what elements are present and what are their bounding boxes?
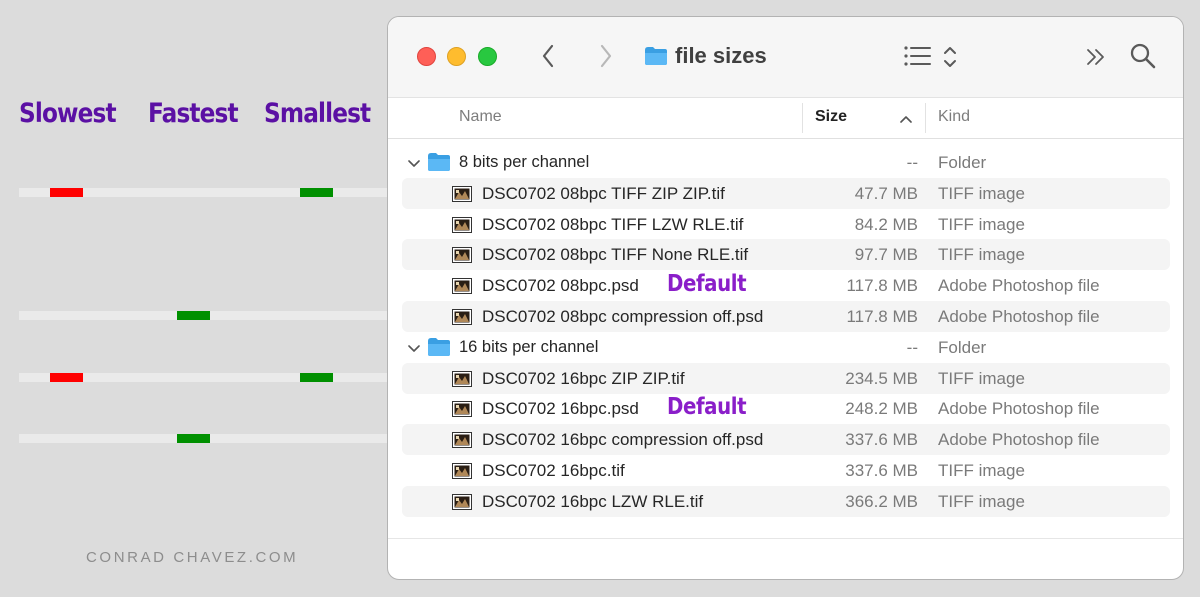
status-bar-divider <box>388 538 1183 539</box>
image-file-icon <box>452 432 472 453</box>
mark-fastest <box>177 434 210 444</box>
close-window-button[interactable] <box>417 47 436 66</box>
row-size: -- <box>906 153 918 172</box>
file-row[interactable]: DSC0702 08bpc TIFF None RLE.tif 97.7 MB TI… <box>402 239 1170 271</box>
row-size: 248.2 MB <box>845 399 918 419</box>
row-size: 117.8 MB <box>846 276 918 296</box>
image-file-icon <box>452 185 472 207</box>
row-size: -- <box>906 337 918 357</box>
default-badge: Default <box>667 271 747 298</box>
search-icon[interactable] <box>1130 43 1156 69</box>
row-name: DSC0702 16bpc LZW RLE.tif <box>482 491 704 511</box>
more-toolbar-items-icon[interactable] <box>1086 48 1106 66</box>
row-size: 337.6 MB <box>845 430 918 450</box>
row-name: DSC0702 16bpc ZIP ZIP.tif <box>482 368 685 388</box>
row-kind: TIFF image <box>938 368 1025 388</box>
annotation-lane <box>19 372 410 382</box>
image-file-icon <box>452 309 472 330</box>
row-size: 84.2 MB <box>854 214 918 234</box>
image-file-icon <box>452 278 472 299</box>
row-kind: Adobe Photoshop file <box>938 399 1100 419</box>
zoom-window-button[interactable] <box>478 47 497 66</box>
row-size: 47.7 MB <box>854 183 918 203</box>
row-size: 366.2 MB <box>845 491 918 511</box>
row-kind: TIFF image <box>938 183 1025 203</box>
file-row[interactable]: DSC0702 16bpc ZIP ZIP.tif 234.5 MB TIFF im… <box>402 362 1170 394</box>
column-header-size[interactable]: Size <box>815 108 847 126</box>
row-kind: TIFF image <box>938 461 1025 480</box>
row-name: DSC0702 16bpc.psd <box>482 399 639 419</box>
row-name: DSC0702 08bpc TIFF None RLE.tif <box>482 245 749 265</box>
finder-window: file sizes Name Size Kind 8 bits per cha… <box>387 16 1184 580</box>
forward-chevron-icon[interactable] <box>599 44 613 68</box>
row-name: 8 bits per channel <box>459 153 590 171</box>
column-divider[interactable] <box>925 103 926 133</box>
file-row[interactable]: DSC0702 16bpc LZW RLE.tif 366.2 MB TIFF im… <box>402 485 1170 517</box>
mark-smallest <box>300 372 333 382</box>
folder-title-icon <box>645 47 667 65</box>
row-kind: Adobe Photoshop file <box>938 430 1100 450</box>
file-row[interactable]: DSC0702 16bpc.tif 337.6 MB TIFF image <box>402 455 1170 486</box>
column-head-smallest: Smallest <box>264 98 371 129</box>
row-name: DSC0702 16bpc.tif <box>482 461 625 480</box>
file-row[interactable]: DSC0702 16bpc.psd 248.2 MB Adobe Photoshop… <box>402 393 1170 424</box>
mark-smallest <box>300 187 333 197</box>
file-row[interactable]: DSC0702 16bpc compression off.psd 337.6 M… <box>402 424 1170 456</box>
column-headers: Name Size Kind <box>388 97 1183 139</box>
column-header-name[interactable]: Name <box>459 108 502 126</box>
image-file-icon <box>452 401 472 422</box>
row-kind: Folder <box>938 153 987 172</box>
folder-icon <box>427 152 451 177</box>
column-header-kind[interactable]: Kind <box>938 108 970 126</box>
row-kind: TIFF image <box>938 491 1025 511</box>
list-view-icon[interactable] <box>904 45 932 67</box>
row-name: DSC0702 08bpc compression off.psd <box>482 307 764 326</box>
disclosure-chevron-icon[interactable] <box>408 156 420 174</box>
row-kind: Adobe Photoshop file <box>938 276 1100 296</box>
annotation-lane <box>19 187 410 197</box>
toolbar: file sizes <box>388 17 1183 97</box>
image-file-icon <box>452 463 472 484</box>
image-file-icon <box>452 216 472 238</box>
folder-icon <box>427 337 451 362</box>
row-name: DSC0702 08bpc TIFF ZIP ZIP.tif <box>482 183 725 203</box>
image-file-icon <box>452 247 472 268</box>
row-size: 97.7 MB <box>854 245 918 265</box>
folder-row[interactable]: 16 bits per channel -- Folder <box>402 332 1170 363</box>
mark-slowest <box>50 372 83 382</box>
row-name: DSC0702 08bpc.psd <box>482 276 639 296</box>
mark-fastest <box>177 311 210 320</box>
image-file-icon <box>452 493 472 515</box>
row-name: 16 bits per channel <box>459 337 599 356</box>
credit-text: CONRAD CHAVEZ.COM <box>86 549 299 566</box>
row-kind: Adobe Photoshop file <box>938 307 1100 326</box>
row-kind: TIFF image <box>938 214 1025 234</box>
minimize-window-button[interactable] <box>447 47 466 66</box>
row-kind: TIFF image <box>938 245 1025 265</box>
row-size: 234.5 MB <box>845 368 918 388</box>
back-chevron-icon[interactable] <box>541 44 555 68</box>
default-badge: Default <box>667 394 747 421</box>
row-size: 117.8 MB <box>846 307 918 326</box>
folder-row[interactable]: 8 bits per channel -- Folder <box>402 147 1170 178</box>
image-file-icon <box>452 370 472 392</box>
row-size: 337.6 MB <box>845 461 918 480</box>
mark-slowest <box>50 187 83 197</box>
column-divider[interactable] <box>802 103 803 133</box>
row-kind: Folder <box>938 337 987 357</box>
annotation-lane <box>19 311 410 320</box>
disclosure-chevron-icon[interactable] <box>408 341 420 359</box>
column-head-slowest: Slowest <box>19 98 117 129</box>
window-title: file sizes <box>675 43 767 68</box>
annotation-lane <box>19 434 410 444</box>
column-head-fastest: Fastest <box>148 98 239 129</box>
file-row[interactable]: DSC0702 08bpc TIFF ZIP ZIP.tif 47.7 MB TIF… <box>402 177 1170 209</box>
view-options-chevron-icon[interactable] <box>943 45 957 69</box>
file-row[interactable]: DSC0702 08bpc.psd 117.8 MB Adobe Photoshop… <box>402 270 1170 301</box>
row-name: DSC0702 08bpc TIFF LZW RLE.tif <box>482 214 744 234</box>
sort-ascending-icon[interactable] <box>900 115 912 123</box>
row-name: DSC0702 16bpc compression off.psd <box>482 430 764 450</box>
file-row[interactable]: DSC0702 08bpc TIFF LZW RLE.tif 84.2 MB TIF… <box>402 209 1170 240</box>
file-row[interactable]: DSC0702 08bpc compression off.psd 117.8 M… <box>402 301 1170 332</box>
